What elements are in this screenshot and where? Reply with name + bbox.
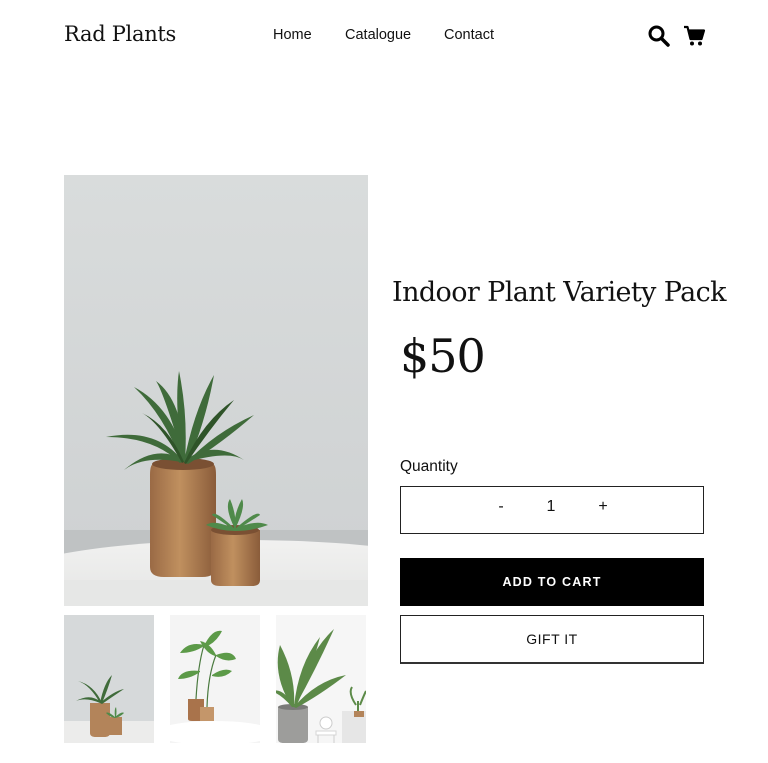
quantity-label: Quantity: [400, 458, 458, 475]
quantity-stepper: - 1 +: [400, 486, 704, 534]
add-to-cart-button[interactable]: ADD TO CART: [400, 558, 704, 606]
thumbnail-2[interactable]: [170, 615, 260, 743]
product-price: $50: [400, 329, 486, 383]
product-main-image: [64, 175, 368, 606]
nav-link-contact[interactable]: Contact: [444, 27, 494, 43]
product-title: Indoor Plant Variety Pack: [392, 277, 727, 308]
thumbnail-1[interactable]: [64, 615, 154, 743]
thumbnail-3[interactable]: [276, 615, 366, 743]
quantity-decrement-button[interactable]: -: [491, 498, 511, 522]
nav-link-catalogue[interactable]: Catalogue: [345, 27, 411, 43]
gift-it-button[interactable]: GIFT IT: [400, 615, 704, 664]
shopping-cart-icon[interactable]: [683, 24, 707, 48]
search-icon[interactable]: [647, 24, 671, 48]
quantity-value[interactable]: 1: [541, 498, 561, 522]
brand-logo[interactable]: Rad Plants: [64, 22, 176, 46]
quantity-increment-button[interactable]: +: [593, 498, 613, 522]
nav-link-home[interactable]: Home: [273, 27, 312, 43]
